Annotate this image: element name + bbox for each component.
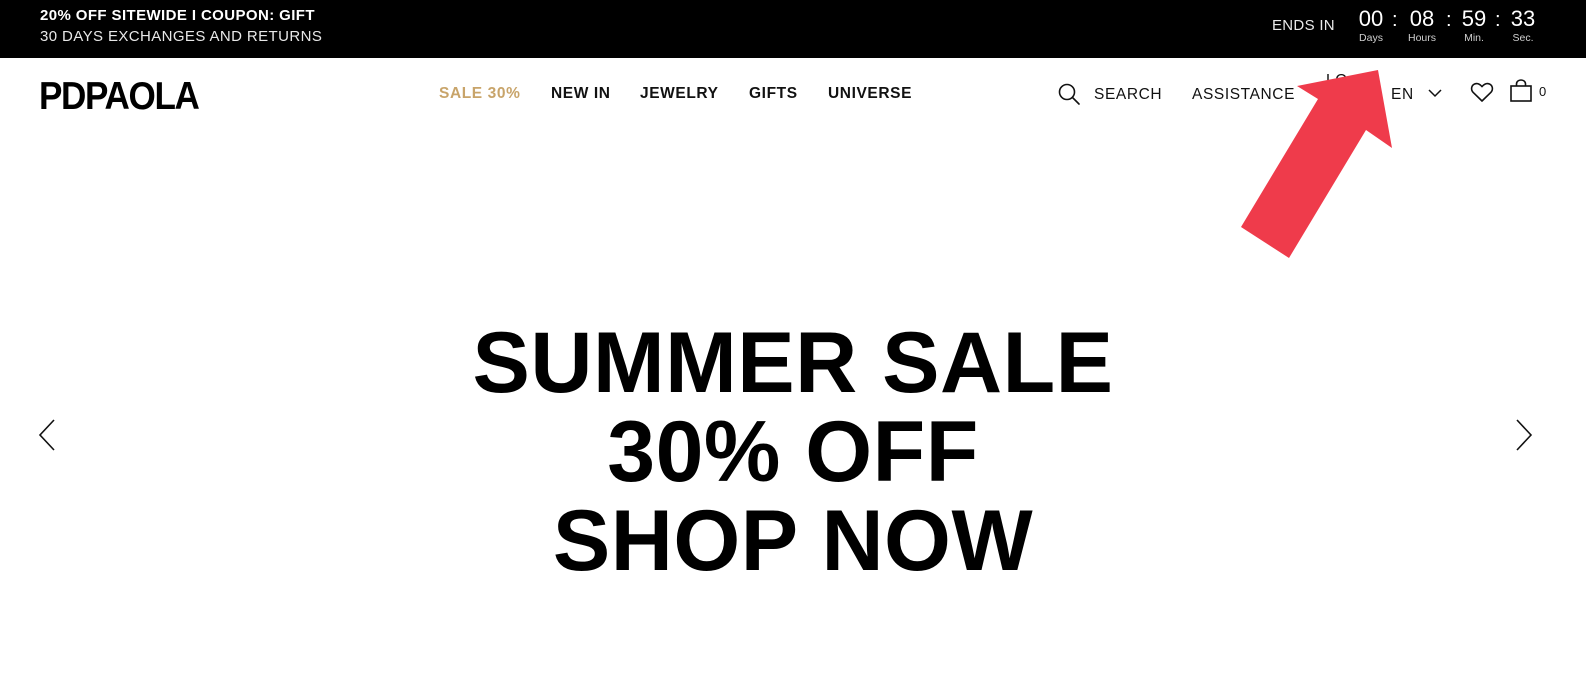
- assistance-link[interactable]: ASSISTANCE: [1192, 86, 1295, 104]
- hero-cta[interactable]: SHOP NOW: [0, 496, 1586, 586]
- search-icon[interactable]: [1057, 82, 1081, 106]
- countdown-hours: 08 Hours: [1404, 6, 1440, 44]
- site-header: PDPAOLA SALE 30% NEW IN JEWELRY GIFTS UN…: [0, 58, 1586, 138]
- hero-discount: 30% OFF: [607, 404, 979, 500]
- countdown-seconds: 33 Sec.: [1508, 6, 1538, 44]
- heart-icon[interactable]: [1470, 81, 1494, 103]
- nav-gifts[interactable]: GIFTS: [749, 85, 798, 103]
- login-link[interactable]: LO: [1326, 72, 1348, 90]
- brand-logo[interactable]: PDPAOLA: [39, 75, 200, 119]
- nav-jewelry[interactable]: JEWELRY: [640, 85, 719, 103]
- chevron-left-icon[interactable]: [36, 418, 58, 452]
- nav-universe[interactable]: UNIVERSE: [828, 85, 912, 103]
- chevron-down-icon[interactable]: [1428, 88, 1442, 98]
- countdown-days-label: Days: [1359, 32, 1383, 44]
- language-selector[interactable]: EN: [1391, 86, 1414, 104]
- promo-coupon-text: 20% OFF SITEWIDE I COUPON: GIFT: [40, 7, 315, 24]
- chevron-right-icon[interactable]: [1513, 418, 1535, 452]
- countdown-hours-label: Hours: [1407, 32, 1436, 44]
- countdown-minutes-label: Min.: [1464, 32, 1484, 44]
- countdown-days-value: 00: [1358, 6, 1384, 31]
- search-link[interactable]: SEARCH: [1094, 86, 1162, 104]
- countdown-label: ENDS IN: [1272, 17, 1335, 34]
- countdown-minutes: 59 Min.: [1459, 6, 1489, 44]
- cart-count: 0: [1539, 84, 1547, 99]
- countdown-minutes-value: 59: [1461, 6, 1487, 31]
- announcement-bar: 20% OFF SITEWIDE I COUPON: GIFT 30 DAYS …: [0, 0, 1586, 58]
- hero-title: SUMMER SALE: [472, 315, 1114, 411]
- countdown-separator: :: [1392, 9, 1398, 31]
- promo-returns-text: 30 DAYS EXCHANGES AND RETURNS: [40, 28, 323, 45]
- nav-new-in[interactable]: NEW IN: [551, 85, 611, 103]
- nav-sale[interactable]: SALE 30%: [439, 85, 520, 103]
- countdown-separator: :: [1495, 9, 1501, 31]
- countdown-days: 00 Days: [1356, 6, 1386, 44]
- countdown-seconds-label: Sec.: [1512, 32, 1534, 44]
- bag-icon[interactable]: [1509, 79, 1533, 103]
- countdown-hours-value: 08: [1409, 6, 1435, 31]
- countdown-separator: :: [1446, 9, 1452, 31]
- countdown-seconds-value: 33: [1510, 6, 1536, 31]
